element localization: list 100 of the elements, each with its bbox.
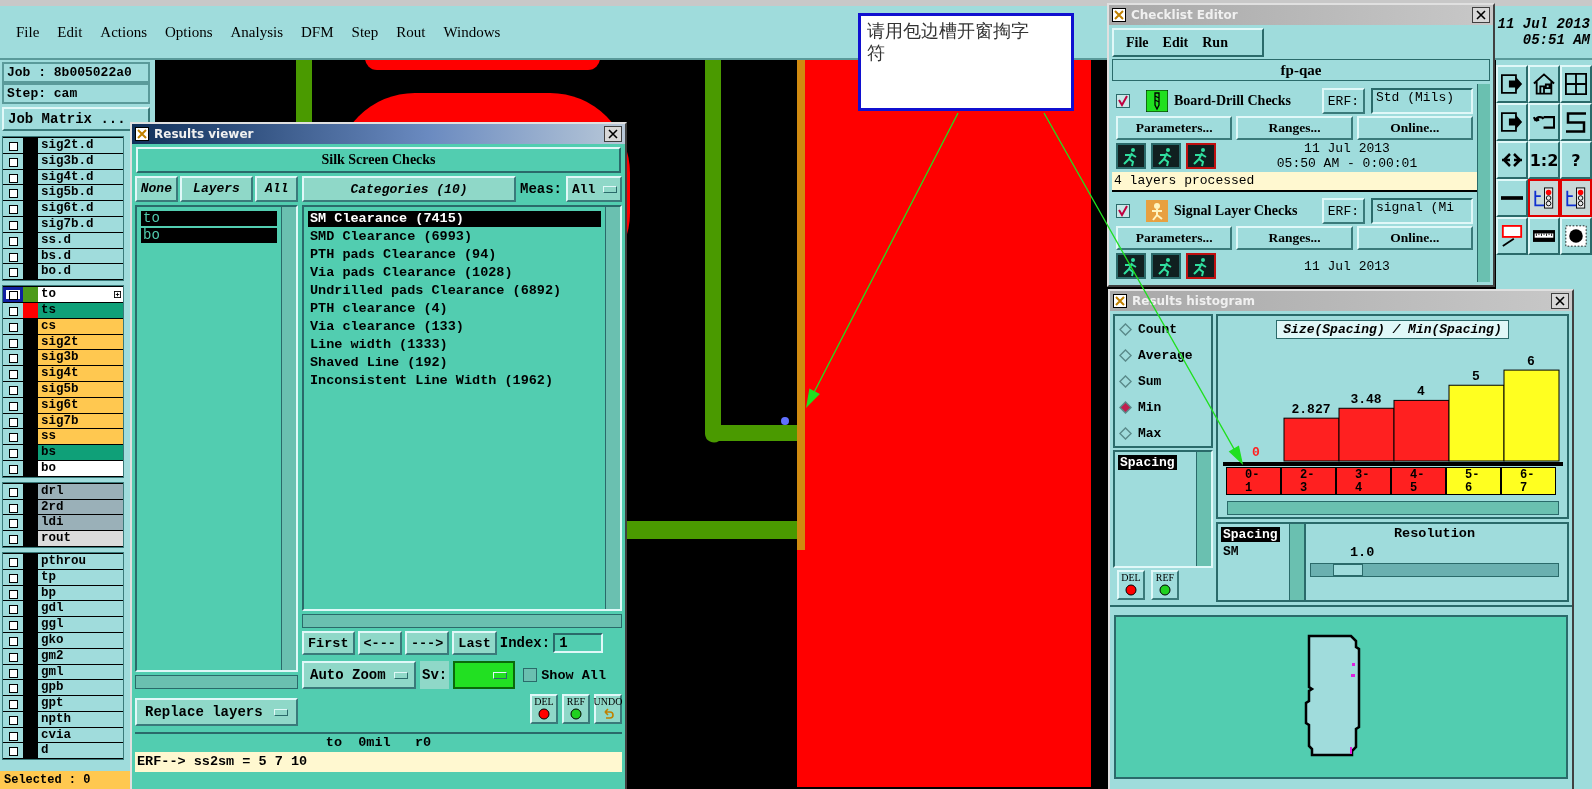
layer-name[interactable]: bs [38, 445, 123, 460]
erf-button[interactable]: ERF: [1321, 198, 1365, 224]
toolbar-button[interactable] [1560, 179, 1592, 217]
layer-filter-button[interactable]: Layers [179, 176, 254, 202]
navigation-button[interactable]: First [302, 631, 355, 656]
layer-name[interactable]: sig5b [38, 381, 123, 397]
layer-name[interactable]: tp [38, 569, 123, 585]
toolbar-button[interactable]: ? [1560, 141, 1592, 179]
layer-name[interactable]: sig3b [38, 350, 123, 366]
layer-name[interactable]: 2rd [38, 499, 123, 515]
job-matrix-button[interactable]: Job Matrix ... [2, 107, 150, 131]
check-option-button[interactable]: Parameters... [1116, 226, 1233, 250]
runner-icon[interactable] [1186, 143, 1216, 169]
check-option-button[interactable]: Online... [1356, 226, 1473, 250]
runner-icon[interactable] [1116, 143, 1146, 169]
runner-icon[interactable] [1116, 253, 1146, 279]
check-checkbox[interactable] [1116, 204, 1130, 218]
menu-item[interactable]: Rout [396, 23, 426, 41]
layer-name[interactable]: cvia [38, 727, 123, 743]
layer-name[interactable]: d [38, 743, 123, 759]
runner-icon[interactable] [1151, 143, 1181, 169]
show-all-checkbox[interactable] [523, 668, 538, 683]
category-list-item[interactable]: PTH pads Clearance (94) [308, 247, 601, 263]
severity-dropdown[interactable] [453, 661, 516, 690]
layer-name[interactable]: sig6t.d [38, 201, 123, 216]
layer-name[interactable]: drl [38, 483, 123, 499]
layer-filter-button[interactable]: None [135, 176, 178, 202]
category-list-item[interactable]: Shaved Line (192) [308, 355, 601, 371]
navigation-button[interactable]: Last [452, 631, 497, 656]
layer-name[interactable]: gko [38, 632, 123, 648]
close-button[interactable] [604, 126, 622, 142]
layer-list-item[interactable]: SM [1221, 544, 1241, 560]
close-button[interactable] [1551, 293, 1569, 309]
layer-name[interactable]: to [38, 287, 123, 302]
runner-icon[interactable] [1151, 253, 1181, 279]
layer-name[interactable]: sig3b.d [38, 153, 123, 169]
refresh-button[interactable]: REF [1151, 570, 1179, 600]
check-option-button[interactable]: Ranges... [1236, 116, 1353, 140]
radio-button[interactable] [1119, 426, 1132, 440]
category-list-item[interactable]: Via clearance (133) [308, 319, 601, 335]
horizontal-scrollbar[interactable] [135, 675, 298, 690]
index-field[interactable]: 1 [553, 633, 604, 654]
navigation-button[interactable]: ---> [404, 631, 450, 656]
layer-name[interactable]: bo.d [38, 264, 123, 280]
delete-button[interactable]: DEL [1117, 570, 1145, 600]
layer-name[interactable]: npth [38, 711, 123, 727]
categories-button[interactable]: Categories (10) [302, 176, 516, 202]
erf-button[interactable]: ERF: [1321, 88, 1365, 114]
category-list-item[interactable]: SM Clearance (7415) [308, 211, 601, 227]
menu-item[interactable]: Windows [443, 23, 501, 41]
layer-name[interactable]: sig7b.d [38, 217, 123, 232]
measure-list-item[interactable]: Spacing [1118, 455, 1177, 470]
layer-name[interactable]: sig6t [38, 397, 123, 413]
layer-name[interactable]: sig5b.d [38, 185, 123, 201]
layer-name[interactable]: sig2t.d [38, 138, 123, 153]
vertical-scrollbar[interactable] [1196, 452, 1211, 566]
layer-name[interactable]: ggl [38, 617, 123, 632]
menu-item[interactable]: File [1126, 34, 1149, 51]
replace-layers-dropdown[interactable]: Replace layers [135, 698, 298, 726]
vertical-scrollbar[interactable] [281, 206, 296, 671]
layer-list-item[interactable]: bo [141, 227, 277, 243]
layer-list-item[interactable]: to [141, 210, 277, 226]
radio-button[interactable] [1119, 374, 1132, 388]
category-list-item[interactable]: Undrilled pads Clearance (6892) [308, 283, 601, 299]
layer-name[interactable]: bs.d [38, 248, 123, 264]
layer-checkbox[interactable] [3, 287, 23, 302]
layer-name[interactable]: ldi [38, 515, 123, 531]
layer-name[interactable]: gm2 [38, 648, 123, 664]
horizontal-scrollbar[interactable] [1226, 501, 1559, 515]
resolution-slider[interactable] [1310, 563, 1559, 578]
horizontal-scrollbar[interactable] [302, 613, 622, 628]
layer-name[interactable]: gdl [38, 601, 123, 617]
layer-name[interactable]: sig4t [38, 366, 123, 381]
delete-button[interactable]: DEL [530, 694, 558, 725]
layer-name[interactable]: bo [38, 460, 123, 476]
layer-name[interactable]: ts [38, 302, 123, 318]
layer-list-item[interactable]: Spacing [1221, 527, 1280, 543]
menu-item[interactable]: Options [165, 23, 213, 41]
runner-icon[interactable] [1186, 253, 1216, 279]
layer-name[interactable]: pthrou [38, 553, 123, 569]
vertical-scrollbar[interactable] [1477, 84, 1490, 282]
close-button[interactable] [1472, 7, 1490, 23]
erf-field[interactable]: Std (Mils) [1371, 88, 1473, 114]
category-list-item[interactable]: PTH clearance (4) [308, 301, 601, 317]
check-option-button[interactable]: Ranges... [1236, 226, 1353, 250]
check-option-button[interactable]: Online... [1356, 116, 1473, 140]
menu-item[interactable]: Run [1202, 34, 1228, 51]
menu-item[interactable]: Edit [57, 23, 83, 41]
toolbar-button[interactable] [1528, 179, 1560, 217]
layer-filter-button[interactable]: All [255, 176, 298, 202]
layer-name[interactable]: gpt [38, 696, 123, 711]
vertical-scrollbar[interactable] [1289, 524, 1304, 600]
category-list-item[interactable]: Inconsistent Line Width (1962) [308, 373, 601, 389]
category-list-item[interactable]: Via pads Clearance (1028) [308, 265, 601, 281]
expand-icon[interactable] [114, 291, 121, 299]
menu-item[interactable]: DFM [301, 23, 334, 41]
layer-name[interactable]: gml [38, 664, 123, 680]
layer-name[interactable]: sig4t.d [38, 169, 123, 185]
menu-item[interactable]: File [16, 23, 40, 41]
layer-name[interactable]: sig7b [38, 413, 123, 429]
